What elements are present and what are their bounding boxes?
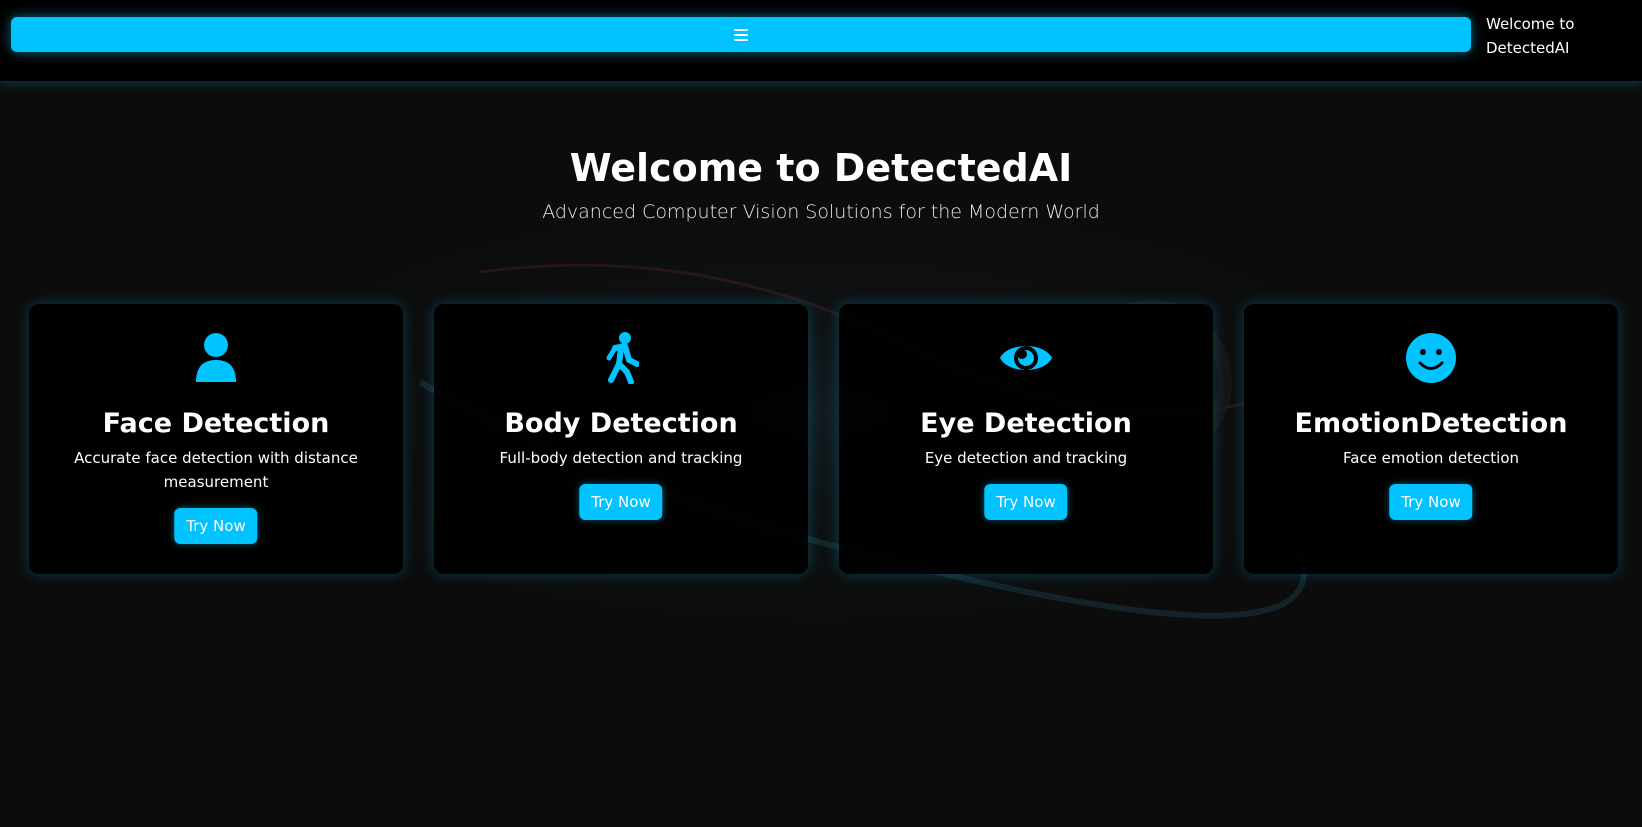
smiley-face-icon bbox=[1244, 332, 1618, 386]
try-now-button[interactable]: Try Now bbox=[1389, 484, 1473, 520]
card-body-detection: Body Detection Full-body detection and t… bbox=[434, 304, 808, 574]
try-now-button[interactable]: Try Now bbox=[579, 484, 663, 520]
card-description: Accurate face detection with distance me… bbox=[74, 449, 358, 491]
card-description: Full-body detection and tracking bbox=[499, 449, 743, 467]
card-title: Eye Detection bbox=[920, 408, 1132, 439]
brand-text: Welcome to DetectedAI bbox=[1486, 15, 1575, 57]
card-title: Body Detection bbox=[504, 408, 738, 439]
person-icon bbox=[29, 332, 403, 386]
card-title: Face Detection bbox=[102, 408, 330, 439]
card-emotion-detection: EmotionDetection Face emotion detection … bbox=[1244, 304, 1618, 574]
card-description: Eye detection and tracking bbox=[924, 449, 1128, 467]
card-face-detection: Face Detection Accurate face detection w… bbox=[29, 304, 403, 574]
card-title: EmotionDetection bbox=[1294, 408, 1568, 439]
hamburger-menu-icon bbox=[734, 28, 748, 41]
hero-section: Welcome to DetectedAI Advanced Computer … bbox=[0, 140, 1642, 226]
walking-person-icon bbox=[434, 332, 808, 386]
eye-icon bbox=[839, 332, 1213, 386]
try-now-button[interactable]: Try Now bbox=[174, 508, 258, 544]
menu-toggle-button[interactable] bbox=[11, 17, 1471, 52]
card-description: Face emotion detection bbox=[1342, 449, 1520, 467]
hero-title: Welcome to DetectedAI bbox=[569, 146, 1073, 190]
try-now-button[interactable]: Try Now bbox=[984, 484, 1068, 520]
card-eye-detection: Eye Detection Eye detection and tracking… bbox=[839, 304, 1213, 574]
hero-subtitle: Advanced Computer Vision Solutions for t… bbox=[542, 201, 1100, 223]
top-navbar: Welcome to DetectedAI bbox=[0, 0, 1642, 82]
